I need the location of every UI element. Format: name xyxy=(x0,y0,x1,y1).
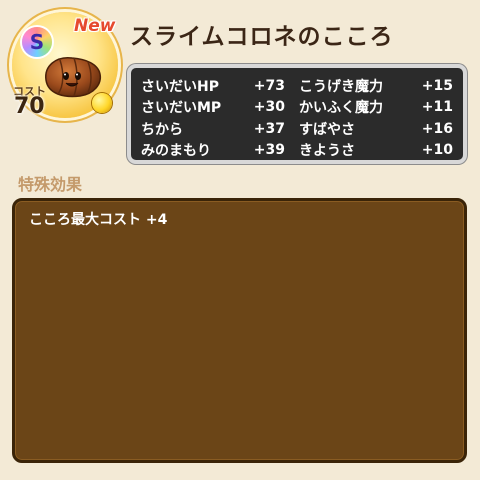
stats-panel: さいだいHP +73 こうげき魔力 +15 さいだいMP +30 かいふく魔力 … xyxy=(127,64,467,164)
slime-cornet-icon xyxy=(45,57,102,98)
stat-label-agility: すばやさ xyxy=(299,121,355,138)
stat-label-max-mp: さいだいMP xyxy=(141,100,222,117)
stat-label-dexterity: きようさ xyxy=(299,143,355,160)
stat-label-defense: みのまもり xyxy=(141,143,211,160)
stat-label-strength: ちから xyxy=(141,121,183,138)
gold-orb-icon xyxy=(92,93,112,113)
special-effects-panel[interactable]: こころ最大コスト +4 xyxy=(12,198,467,463)
effect-item: こころ最大コスト +4 xyxy=(29,212,168,228)
stat-value-defense: +39 xyxy=(253,142,285,159)
stat-row: ちから +37 すばやさ +16 xyxy=(141,118,453,140)
special-effects-heading: 特殊効果 xyxy=(18,175,83,194)
cost-value: 70 xyxy=(14,94,45,119)
heart-detail-screen: S New コスト 70 スライムコロネのこころ さいだいHP +73 こうげき… xyxy=(0,0,480,480)
stat-value-attack-magic: +15 xyxy=(421,77,453,94)
stat-value-agility: +16 xyxy=(421,120,453,137)
page-title: スライムコロネのこころ xyxy=(130,24,394,50)
stat-label-max-hp: さいだいHP xyxy=(141,78,219,95)
stat-value-max-hp: +73 xyxy=(253,77,285,94)
stat-label-attack-magic: こうげき魔力 xyxy=(299,78,383,95)
stat-row: さいだいMP +30 かいふく魔力 +11 xyxy=(141,97,453,119)
stat-value-heal-magic: +11 xyxy=(421,99,453,116)
stat-row: みのまもり +39 きようさ +10 xyxy=(141,140,453,162)
stat-value-max-mp: +30 xyxy=(253,99,285,116)
new-badge: New xyxy=(74,16,116,36)
stat-label-heal-magic: かいふく魔力 xyxy=(299,100,383,117)
stat-value-dexterity: +10 xyxy=(421,142,453,159)
stat-row: さいだいHP +73 こうげき魔力 +15 xyxy=(141,75,453,97)
stat-value-strength: +37 xyxy=(253,120,285,137)
